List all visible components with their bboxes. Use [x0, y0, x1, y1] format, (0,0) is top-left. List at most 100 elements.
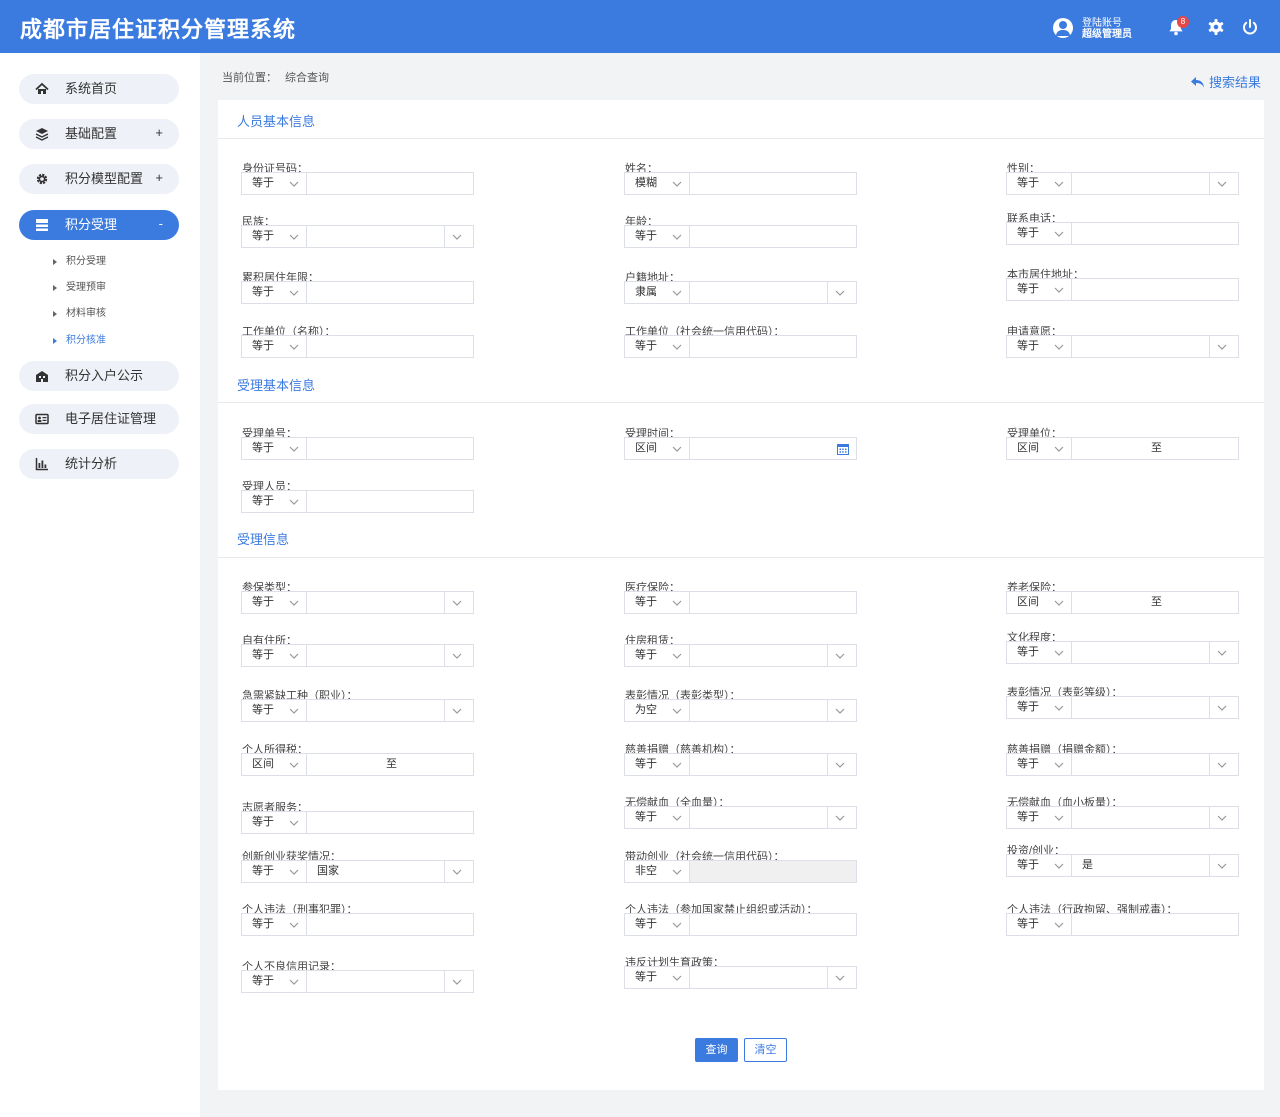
operator-select[interactable]: 等于 — [635, 645, 657, 666]
operator-select[interactable]: 等于 — [1017, 754, 1039, 775]
value-input[interactable]: 是 — [1082, 855, 1093, 876]
operator-select[interactable]: 等于 — [1017, 807, 1039, 828]
chevron-down-icon[interactable] — [671, 232, 683, 242]
chevron-down-icon[interactable] — [451, 651, 463, 661]
collapse-toggle[interactable]: - — [159, 216, 163, 232]
chevron-down-icon[interactable] — [288, 977, 300, 987]
user-avatar-icon[interactable] — [1053, 18, 1073, 38]
chevron-down-icon[interactable] — [1053, 285, 1065, 295]
chevron-down-icon[interactable] — [451, 598, 463, 608]
chevron-down-icon[interactable] — [288, 818, 300, 828]
chevron-down-icon[interactable] — [1053, 813, 1065, 823]
operator-select[interactable]: 等于 — [1017, 336, 1039, 357]
sidebar-item-statistics[interactable]: 统计分析 — [19, 449, 179, 479]
chevron-down-icon[interactable] — [671, 651, 683, 661]
expand-toggle[interactable]: + — [155, 125, 163, 141]
operator-select[interactable]: 等于 — [1017, 855, 1039, 876]
operator-select[interactable]: 等于 — [252, 971, 274, 992]
chevron-down-icon[interactable] — [451, 706, 463, 716]
chevron-down-icon[interactable] — [1053, 760, 1065, 770]
operator-select[interactable]: 等于 — [252, 226, 274, 247]
sidebar-item-settlement-notice[interactable]: 积分入户公示 — [19, 361, 179, 391]
operator-select[interactable]: 等于 — [252, 914, 274, 935]
operator-select[interactable]: 模糊 — [635, 173, 657, 194]
operator-select[interactable]: 等于 — [252, 438, 274, 459]
power-icon[interactable] — [1239, 16, 1261, 38]
clear-button[interactable]: 清空 — [744, 1038, 787, 1062]
operator-select[interactable]: 等于 — [635, 226, 657, 247]
chevron-down-icon[interactable] — [288, 497, 300, 507]
chevron-down-icon[interactable] — [671, 867, 683, 877]
operator-select[interactable]: 等于 — [1017, 279, 1039, 300]
operator-select[interactable]: 区间 — [1017, 592, 1039, 613]
chevron-down-icon[interactable] — [288, 598, 300, 608]
operator-select[interactable]: 等于 — [1017, 223, 1039, 244]
chevron-down-icon[interactable] — [1216, 179, 1228, 189]
operator-select[interactable]: 区间 — [635, 438, 657, 459]
chevron-down-icon[interactable] — [288, 288, 300, 298]
chevron-down-icon[interactable] — [671, 920, 683, 930]
sidebar-item-points-acceptance[interactable]: 积分受理 - — [19, 210, 179, 240]
sidebar-item-points-model-config[interactable]: 积分模型配置 + — [19, 164, 179, 194]
chevron-down-icon[interactable] — [671, 444, 683, 454]
chevron-down-icon[interactable] — [1053, 703, 1065, 713]
chevron-down-icon[interactable] — [671, 179, 683, 189]
chevron-down-icon[interactable] — [451, 232, 463, 242]
operator-select[interactable]: 等于 — [635, 754, 657, 775]
chevron-down-icon[interactable] — [671, 973, 683, 983]
chevron-down-icon[interactable] — [451, 977, 463, 987]
chevron-down-icon[interactable] — [288, 651, 300, 661]
operator-select[interactable]: 等于 — [252, 861, 274, 882]
chevron-down-icon[interactable] — [288, 920, 300, 930]
chevron-down-icon[interactable] — [1053, 920, 1065, 930]
operator-select[interactable]: 等于 — [252, 336, 274, 357]
chevron-down-icon[interactable] — [288, 444, 300, 454]
sidebar-item-e-residence-permit[interactable]: 电子居住证管理 — [19, 404, 179, 434]
operator-select[interactable]: 等于 — [252, 812, 274, 833]
operator-select[interactable]: 等于 — [635, 336, 657, 357]
chevron-down-icon[interactable] — [288, 179, 300, 189]
operator-select[interactable]: 等于 — [635, 914, 657, 935]
operator-select[interactable]: 等于 — [635, 807, 657, 828]
operator-select[interactable]: 区间 — [252, 754, 274, 775]
chevron-down-icon[interactable] — [1053, 179, 1065, 189]
chevron-down-icon[interactable] — [1216, 861, 1228, 871]
expand-toggle[interactable]: + — [155, 170, 163, 186]
operator-select[interactable]: 等于 — [252, 700, 274, 721]
chevron-down-icon[interactable] — [671, 598, 683, 608]
chevron-down-icon[interactable] — [1216, 703, 1228, 713]
operator-select[interactable]: 隶属 — [635, 282, 657, 303]
chevron-down-icon[interactable] — [1216, 760, 1228, 770]
sidebar-item-basic-config[interactable]: 基础配置 + — [19, 119, 179, 149]
operator-select[interactable]: 等于 — [1017, 642, 1039, 663]
operator-select[interactable]: 等于 — [252, 491, 274, 512]
calendar-icon[interactable] — [837, 443, 849, 455]
chevron-down-icon[interactable] — [1216, 813, 1228, 823]
chevron-down-icon[interactable] — [1053, 444, 1065, 454]
chevron-down-icon[interactable] — [834, 706, 846, 716]
chevron-down-icon[interactable] — [1216, 648, 1228, 658]
chevron-down-icon[interactable] — [1053, 229, 1065, 239]
settings-icon[interactable] — [1205, 16, 1227, 38]
chevron-down-icon[interactable] — [671, 706, 683, 716]
chevron-down-icon[interactable] — [1053, 342, 1065, 352]
operator-select[interactable]: 非空 — [635, 861, 657, 882]
operator-select[interactable]: 等于 — [252, 592, 274, 613]
chevron-down-icon[interactable] — [834, 651, 846, 661]
user-name[interactable]: 超级管理员 — [1082, 29, 1132, 40]
operator-select[interactable]: 等于 — [635, 592, 657, 613]
operator-select[interactable]: 等于 — [252, 645, 274, 666]
search-results-link[interactable]: 搜索结果 — [1190, 72, 1261, 91]
sidebar-item-home[interactable]: 系统首页 — [19, 74, 179, 104]
operator-select[interactable]: 区间 — [1017, 438, 1039, 459]
chevron-down-icon[interactable] — [288, 342, 300, 352]
chevron-down-icon[interactable] — [288, 706, 300, 716]
chevron-down-icon[interactable] — [451, 867, 463, 877]
operator-select[interactable]: 等于 — [252, 173, 274, 194]
operator-select[interactable]: 等于 — [1017, 173, 1039, 194]
operator-select[interactable]: 等于 — [252, 282, 274, 303]
chevron-down-icon[interactable] — [1053, 598, 1065, 608]
operator-select[interactable]: 等于 — [1017, 697, 1039, 718]
chevron-down-icon[interactable] — [1216, 342, 1228, 352]
value-input[interactable]: 国家 — [317, 861, 339, 882]
